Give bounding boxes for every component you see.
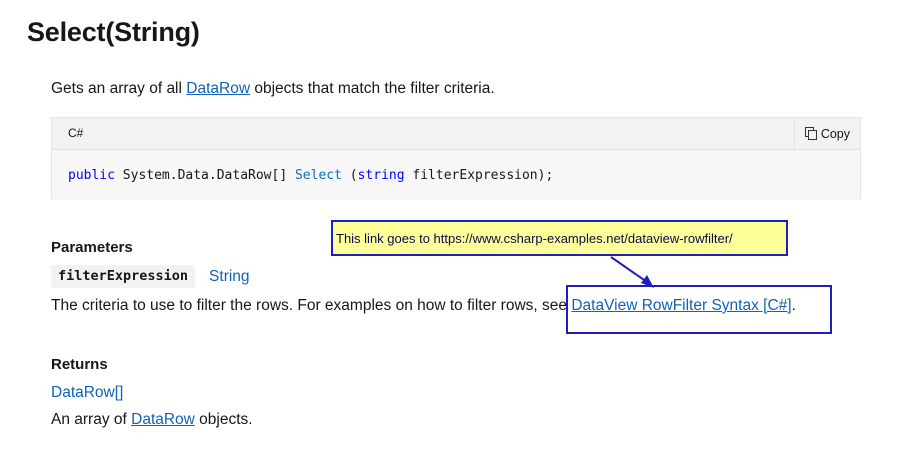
copy-icon <box>804 127 817 140</box>
parameter-row: filterExpression String <box>51 265 250 288</box>
datarow-link[interactable]: DataRow <box>186 80 250 97</box>
code-signature: public System.Data.DataRow[] Select (str… <box>52 150 860 200</box>
doc-page: Select(String) Gets an array of all Data… <box>0 0 898 456</box>
code-block: C# Copy public System.Data.DataRow[] Sel… <box>51 117 861 200</box>
return-type-link[interactable]: DataRow[] <box>51 384 123 402</box>
parameters-heading: Parameters <box>51 239 133 256</box>
code-keyword-public: public <box>68 167 115 183</box>
code-return-type: System.Data.DataRow[] <box>114 167 295 183</box>
return-description: An array of DataRow objects. <box>51 411 253 429</box>
copy-label: Copy <box>820 126 850 141</box>
annotation-highlight-box <box>566 285 832 334</box>
code-open-paren: ( <box>341 167 358 183</box>
page-title: Select(String) <box>27 17 200 47</box>
parameter-name: filterExpression <box>51 265 196 288</box>
code-header: C# Copy <box>52 118 860 150</box>
annotation-callout-text: This link goes to https://www.csharp-exa… <box>336 230 733 246</box>
summary-prefix: Gets an array of all <box>51 80 187 97</box>
copy-button[interactable]: Copy <box>793 118 860 149</box>
code-method-name: Select <box>294 167 342 183</box>
code-language: C# <box>68 126 84 140</box>
parameter-type-link[interactable]: String <box>209 268 250 286</box>
code-param-rest: filterExpression); <box>404 167 554 183</box>
return-datarow-link[interactable]: DataRow <box>131 411 195 428</box>
return-desc-prefix: An array of <box>51 411 132 428</box>
method-summary: Gets an array of all DataRow objects tha… <box>51 78 495 100</box>
code-keyword-string: string <box>357 167 405 183</box>
parameter-desc-prefix: The criteria to use to filter the rows. … <box>51 297 572 314</box>
annotation-callout: This link goes to https://www.csharp-exa… <box>331 220 788 256</box>
summary-suffix: objects that match the filter criteria. <box>250 80 495 97</box>
returns-heading: Returns <box>51 356 108 373</box>
return-desc-suffix: objects. <box>194 411 253 428</box>
